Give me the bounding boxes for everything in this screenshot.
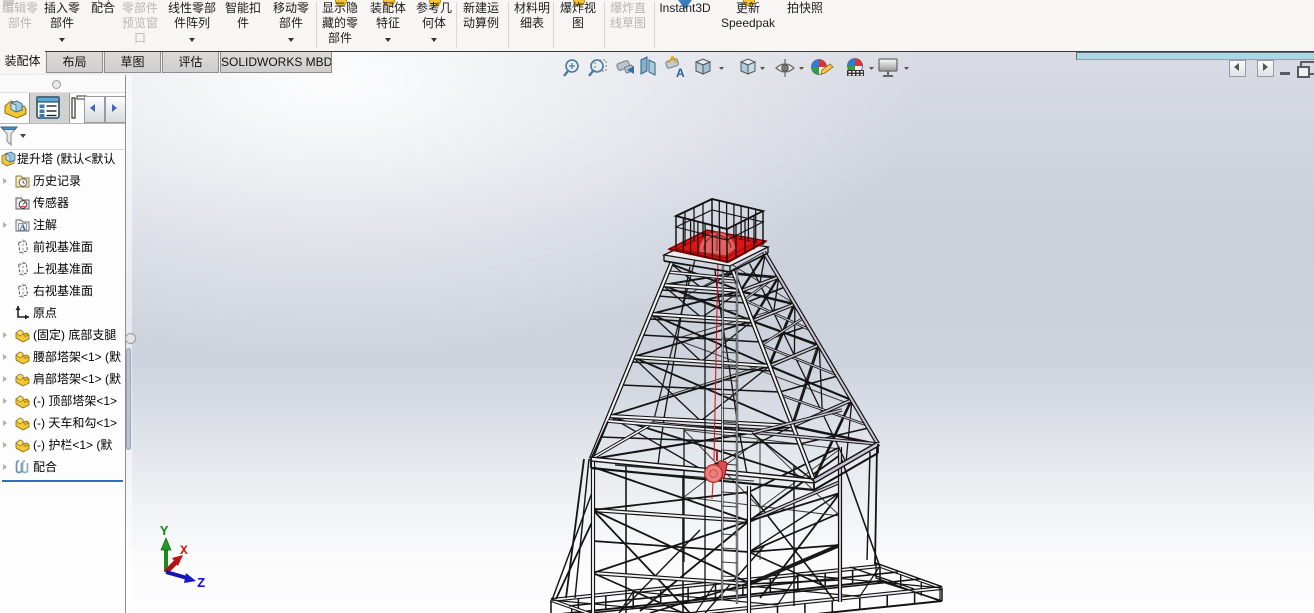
svg-text:A: A xyxy=(20,222,27,232)
svg-text:A: A xyxy=(676,66,685,80)
svg-text:Y: Y xyxy=(160,524,169,540)
svg-text:Z: Z xyxy=(197,576,205,592)
svg-text:X: X xyxy=(180,543,188,558)
